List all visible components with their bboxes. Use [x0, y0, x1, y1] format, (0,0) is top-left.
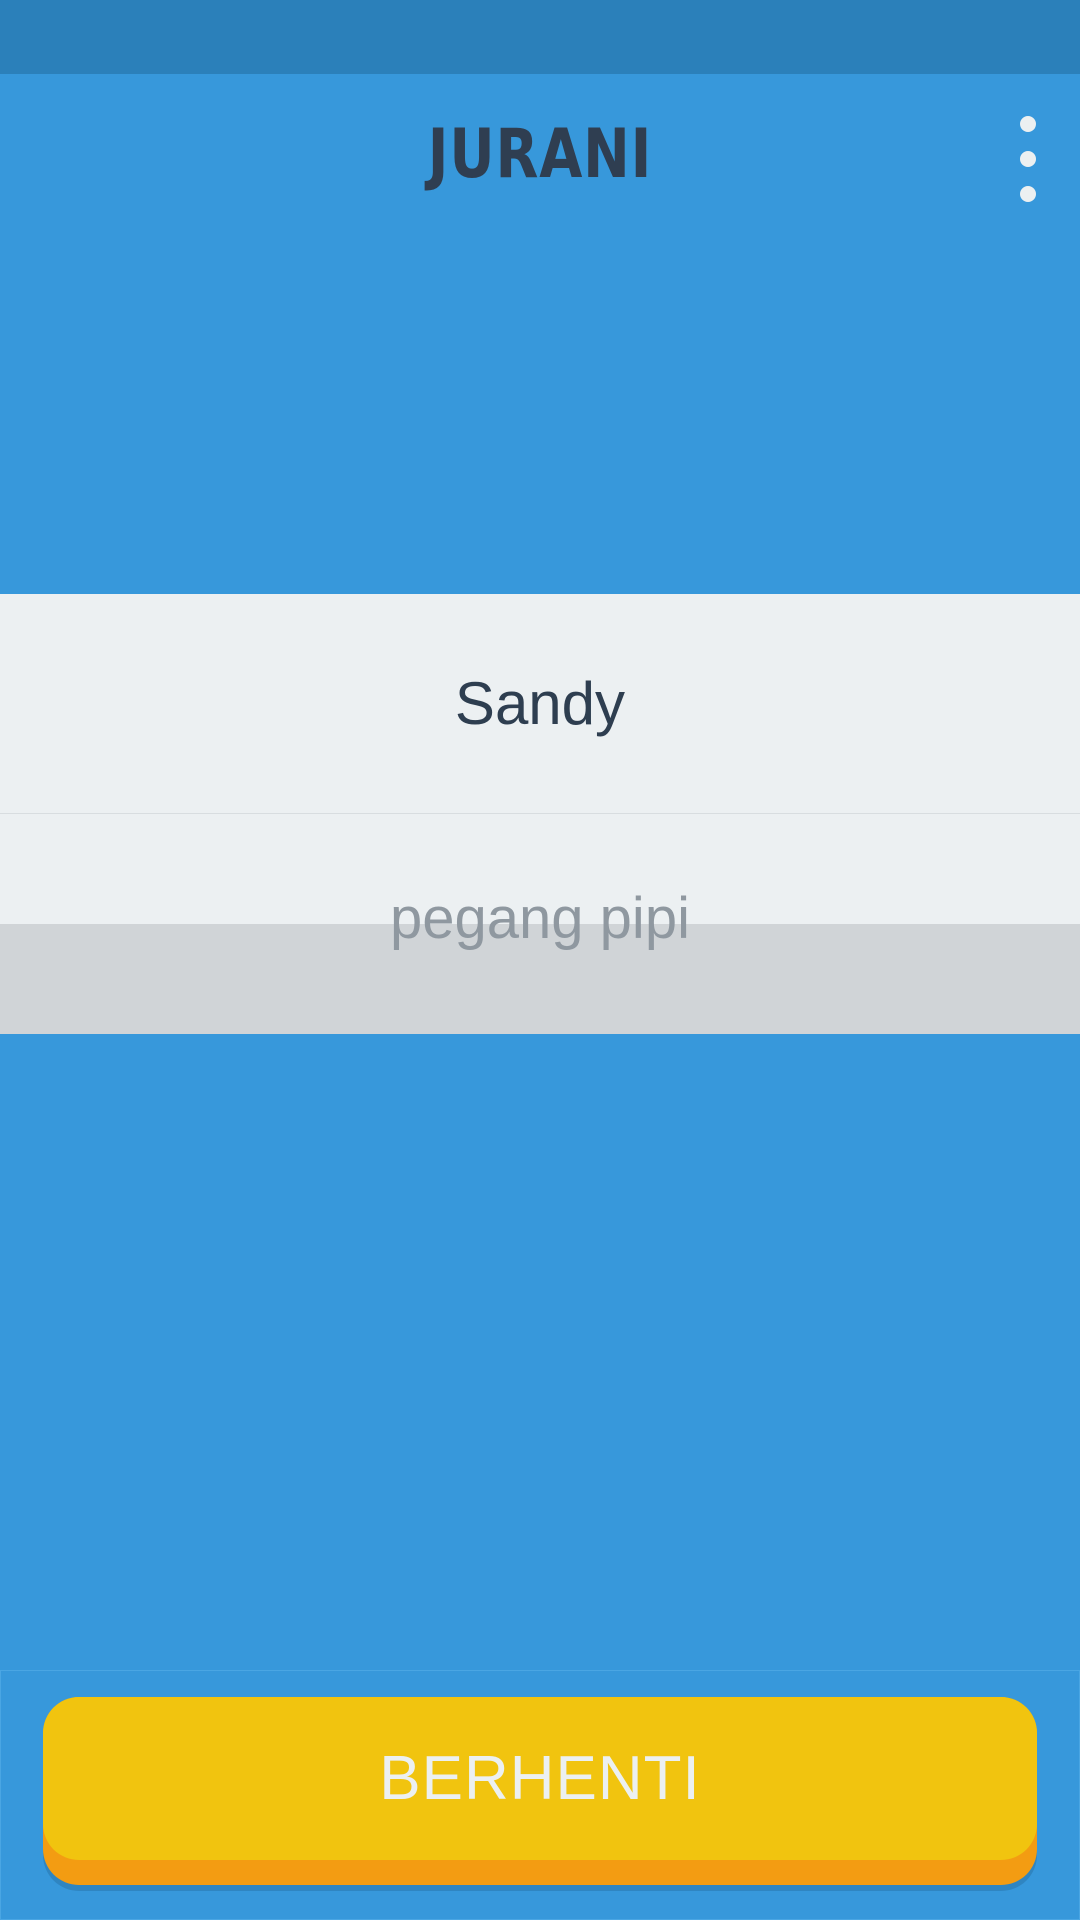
menu-dot: [1020, 151, 1036, 167]
menu-dot: [1020, 116, 1036, 132]
stop-button[interactable]: BERHENTI: [43, 1697, 1037, 1891]
action-panel: pegang pipi: [0, 814, 1080, 1034]
overflow-menu-icon[interactable]: [1000, 114, 1056, 224]
action-text: pegang pipi: [390, 886, 690, 951]
button-face: BERHENTI: [43, 1697, 1037, 1860]
stop-button-label: BERHENTI: [379, 1744, 701, 1813]
app-header: JURANI: [0, 74, 1080, 204]
app-logo: JURANI: [427, 115, 653, 194]
menu-dot: [1020, 186, 1036, 202]
status-bar: [0, 0, 1080, 74]
player-panel: Sandy: [0, 594, 1080, 814]
player-name: Sandy: [454, 670, 626, 737]
